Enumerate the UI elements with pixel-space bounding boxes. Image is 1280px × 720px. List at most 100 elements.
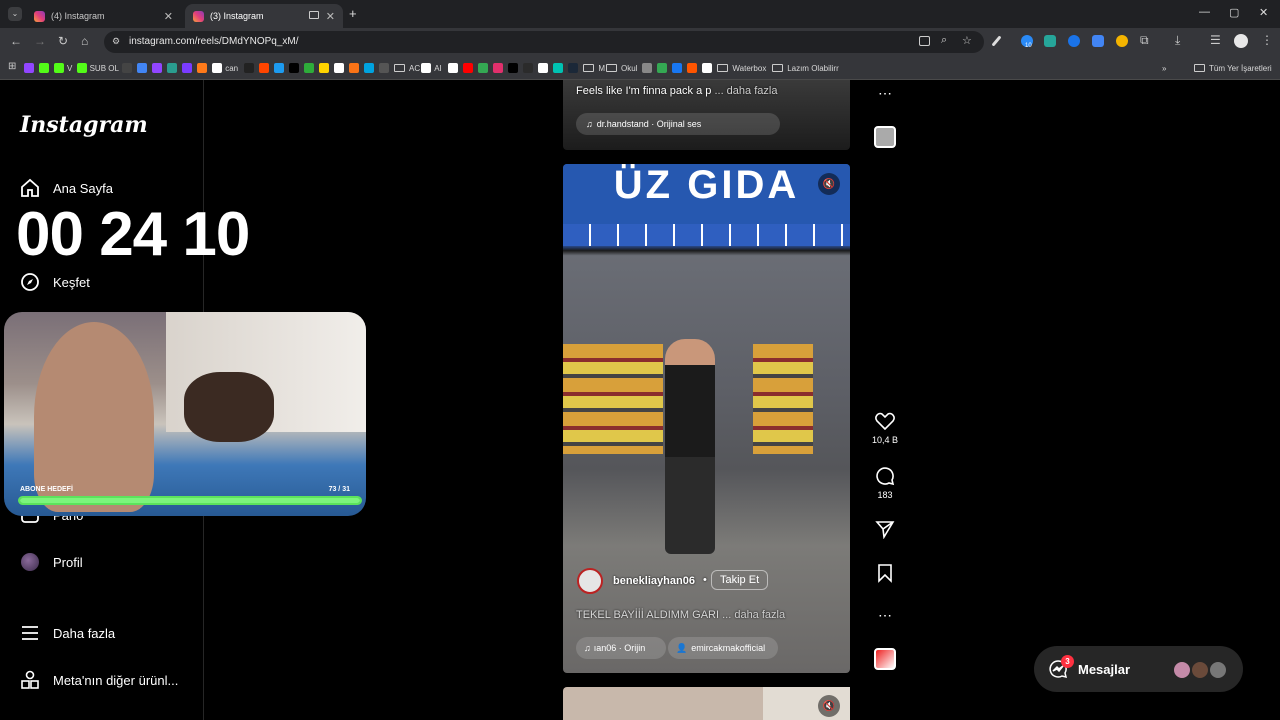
bookmark-item[interactable]: [687, 62, 700, 74]
bookmark-item[interactable]: [379, 62, 392, 74]
bookmark-item[interactable]: [538, 62, 551, 74]
home-button-icon[interactable]: ⌂: [81, 34, 88, 48]
apps-grid-icon[interactable]: ⊞: [8, 61, 16, 72]
bookmark-item[interactable]: [493, 62, 506, 74]
sidebar-item-explore[interactable]: Keşfet: [20, 270, 90, 294]
bookmark-item[interactable]: [197, 62, 210, 74]
bookmark-item[interactable]: V: [54, 62, 72, 74]
bookmark-item[interactable]: [463, 62, 476, 74]
bookmark-item[interactable]: [304, 62, 317, 74]
reel-next[interactable]: 🔇: [563, 687, 850, 720]
bookmark-item[interactable]: [167, 62, 180, 74]
bookmark-item[interactable]: [568, 62, 581, 74]
lamp-extension-icon[interactable]: [1116, 35, 1128, 47]
bookmark-item[interactable]: [334, 62, 347, 74]
bookmark-item[interactable]: [319, 62, 332, 74]
close-tab-icon[interactable]: ✕: [164, 10, 173, 23]
bookmark-icon[interactable]: [876, 563, 894, 583]
heart-icon[interactable]: [875, 412, 895, 430]
reel-current[interactable]: ÜZ GIDA 🔇 benekliayhan06 • Takip Et TEKE…: [563, 164, 850, 673]
bookmark-item[interactable]: [349, 62, 362, 74]
bookmark-item[interactable]: [259, 62, 272, 74]
bookmark-item[interactable]: [364, 62, 377, 74]
bookmark-item[interactable]: [642, 62, 655, 74]
reel-more-options-icon[interactable]: ⋯: [871, 85, 899, 102]
bookmark-item[interactable]: [508, 62, 521, 74]
reel-author-username[interactable]: benekliayhan06: [613, 575, 695, 587]
reel-previous[interactable]: Feels like I'm finna pack a p ... daha f…: [563, 80, 850, 150]
bookmark-item[interactable]: [478, 62, 491, 74]
maximize-button[interactable]: ▢: [1229, 6, 1239, 19]
tab-instagram-1[interactable]: (4) Instagram ✕: [26, 4, 181, 28]
reel-audio-pill[interactable]: ♫ dr.handstand · Orijinal ses: [576, 113, 780, 135]
minimize-button[interactable]: —: [1199, 6, 1210, 18]
bookmark-item[interactable]: [182, 62, 195, 74]
caption-more-link[interactable]: ... daha fazla: [714, 85, 777, 97]
reload-icon[interactable]: ↻: [58, 34, 68, 48]
address-bar[interactable]: ⚙ instagram.com/reels/DMdYNOPq_xM/ ⌕ ☆: [104, 31, 984, 53]
close-tab-icon[interactable]: ✕: [326, 10, 335, 23]
bookmark-item[interactable]: [24, 62, 37, 74]
bookmark-star-icon[interactable]: ☆: [962, 34, 972, 47]
bookmark-item[interactable]: [289, 62, 302, 74]
back-arrow-icon[interactable]: ←: [10, 34, 22, 48]
tab-instagram-2[interactable]: (3) Instagram ✕: [185, 4, 343, 28]
google-translate-icon[interactable]: [1092, 35, 1104, 47]
bookmark-item[interactable]: »: [1162, 62, 1166, 74]
cast-icon[interactable]: [919, 36, 930, 46]
volume-muted-icon[interactable]: 🔇: [818, 173, 840, 195]
sidebar-item-more[interactable]: Daha fazla: [20, 621, 115, 645]
comment-icon[interactable]: [875, 466, 895, 486]
tab-media-icon[interactable]: [309, 11, 319, 19]
extensions-puzzle-icon[interactable]: ⧉: [1140, 33, 1149, 48]
shield-extension-icon[interactable]: [1068, 35, 1080, 47]
bookmark-item[interactable]: M: [583, 62, 605, 74]
bookmark-item[interactable]: [657, 62, 670, 74]
bookmark-item[interactable]: [122, 62, 135, 74]
bookmark-item[interactable]: [137, 62, 150, 74]
zoom-icon[interactable]: ⌕: [941, 34, 947, 47]
site-info-icon[interactable]: ⚙: [112, 36, 120, 47]
bookmark-item[interactable]: Tüm Yer İşaretleri: [1194, 62, 1272, 74]
bookmark-item[interactable]: [274, 62, 287, 74]
browser-menu-icon[interactable]: ⋮: [1261, 33, 1273, 47]
bookmark-item[interactable]: Okul: [606, 62, 637, 74]
follow-button[interactable]: Takip Et: [711, 570, 769, 590]
new-tab-button[interactable]: +: [349, 6, 357, 21]
profile-avatar[interactable]: [1234, 34, 1248, 48]
volume-muted-icon[interactable]: 🔇: [818, 695, 840, 717]
bookmark-item[interactable]: [244, 62, 257, 74]
bookmark-item[interactable]: AC: [394, 62, 420, 74]
sidebar-item-home[interactable]: Ana Sayfa: [20, 176, 113, 200]
messages-button[interactable]: 3 Mesajlar: [1034, 646, 1243, 692]
reel-more-options-icon[interactable]: ⋯: [871, 607, 899, 624]
reel-audio-pill[interactable]: ♫ ıan06 · Orijin: [576, 637, 666, 659]
bookmark-item[interactable]: [448, 62, 461, 74]
reel-author-avatar[interactable]: [577, 568, 603, 594]
bookmark-item[interactable]: [152, 62, 165, 74]
bookmark-item[interactable]: [553, 62, 566, 74]
audio-thumbnail[interactable]: [874, 126, 896, 148]
tagged-user-pill[interactable]: 👤 emircakmakofficial: [668, 637, 778, 659]
tab-search-chevron-icon[interactable]: ⌄: [8, 7, 22, 21]
bookmark-item[interactable]: [702, 62, 715, 74]
sidebar-item-profile[interactable]: Profil: [20, 550, 83, 574]
bookmark-item[interactable]: [39, 62, 52, 74]
tab-search-icon[interactable]: ☰: [1210, 33, 1221, 47]
audio-thumbnail[interactable]: [874, 648, 896, 670]
instagram-logo[interactable]: Instagram: [20, 112, 148, 138]
bookmark-item[interactable]: SUB OL: [76, 62, 119, 74]
download-icon[interactable]: ⤓: [1175, 33, 1180, 48]
bookmark-item[interactable]: [523, 62, 536, 74]
translate-extension-icon[interactable]: [1044, 35, 1056, 47]
forward-arrow-icon[interactable]: →: [34, 34, 46, 48]
bookmark-item[interactable]: Lazım Olabilirr: [772, 62, 839, 74]
bookmark-item[interactable]: can: [212, 62, 238, 74]
send-icon[interactable]: [875, 519, 895, 539]
close-window-button[interactable]: ✕: [1259, 6, 1268, 19]
pen-extension-icon[interactable]: [991, 35, 1002, 47]
bookmark-item[interactable]: AI: [421, 62, 442, 74]
sidebar-item-meta-apps[interactable]: Meta'nın diğer ürünl...: [20, 668, 178, 692]
bookmark-item[interactable]: Waterbox: [717, 62, 766, 74]
bookmark-item[interactable]: [672, 62, 685, 74]
